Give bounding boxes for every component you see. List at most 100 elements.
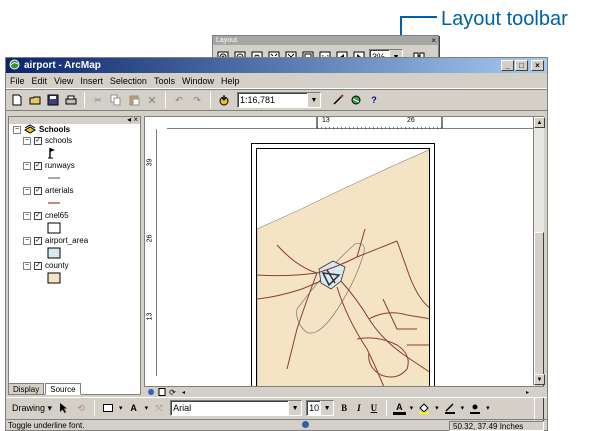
chevron-down-icon[interactable]: ▾ <box>410 404 414 412</box>
menu-view[interactable]: View <box>54 76 73 86</box>
toc-layer-row[interactable]: − ✓ cnel65 <box>9 210 140 221</box>
draw-toolbar: Drawing ▾ ⟲ ▾ A ▾ ⤧ Arial ▼ 10 ▼ B I U A… <box>6 397 547 418</box>
vertical-scrollbar[interactable]: ▲ ▼ <box>533 117 545 422</box>
font-size-combo[interactable]: 10 ▼ <box>306 400 335 416</box>
map-scale-combo[interactable]: 1:16,781 ▼ <box>237 92 321 108</box>
layer-visibility-checkbox[interactable]: ✓ <box>34 236 42 245</box>
line-color-icon[interactable] <box>442 401 457 415</box>
layout-page[interactable] <box>251 143 435 394</box>
ruler-tick-label: 39 <box>146 158 154 167</box>
layout-view-icon[interactable] <box>157 387 166 397</box>
chevron-down-icon[interactable]: ▾ <box>486 404 490 412</box>
scroll-up-icon[interactable]: ▲ <box>534 117 545 128</box>
menu-file[interactable]: File <box>10 76 25 86</box>
chevron-down-icon[interactable]: ▼ <box>320 401 334 415</box>
tab-source[interactable]: Source <box>45 383 81 395</box>
layout-toolbar-title[interactable]: Layout × <box>213 36 438 45</box>
tab-display[interactable]: Display <box>8 383 45 395</box>
drawing-menu[interactable]: Drawing ▾ <box>12 403 52 414</box>
layout-toolbar-close-button[interactable]: × <box>431 36 436 45</box>
print-icon[interactable] <box>64 93 78 107</box>
ruler-tick-label: 26 <box>146 234 154 243</box>
refresh-icon[interactable]: ⟳ <box>168 387 177 397</box>
undo-icon[interactable]: ↶ <box>172 93 186 107</box>
chevron-down-icon[interactable]: ▼ <box>307 93 320 107</box>
toc-layer-row[interactable]: − ✓ arterials <box>9 185 140 196</box>
rotate-icon[interactable]: ⟲ <box>74 401 89 415</box>
layer-visibility-checkbox[interactable]: ✓ <box>34 186 42 195</box>
map-data-frame[interactable] <box>256 148 430 389</box>
chevron-down-icon[interactable]: ▾ <box>435 404 439 412</box>
layer-visibility-checkbox[interactable]: ✓ <box>34 261 42 270</box>
data-view-icon[interactable] <box>146 387 155 397</box>
status-coordinates: 50.32, 37.49 Inches <box>449 421 544 431</box>
layer-visibility-checkbox[interactable]: ✓ <box>34 161 42 170</box>
layer-visibility-checkbox[interactable]: ✓ <box>34 211 42 220</box>
horizontal-scrollbar[interactable]: ⟳ ◂ ▸ <box>144 386 544 397</box>
rectangle-tool-icon[interactable] <box>101 401 116 415</box>
chevron-down-icon[interactable]: ▾ <box>145 404 149 412</box>
toolbar-separator <box>386 400 388 416</box>
underline-button[interactable]: U <box>368 403 381 413</box>
new-text-icon[interactable]: A <box>126 401 141 415</box>
save-icon[interactable] <box>46 93 60 107</box>
edit-vertices-icon[interactable]: ⤧ <box>152 401 167 415</box>
toc-group-row[interactable]: − Schools <box>9 123 140 135</box>
chevron-down-icon[interactable]: ▾ <box>119 404 123 412</box>
minimize-button[interactable]: _ <box>501 60 514 71</box>
menu-window[interactable]: Window <box>182 76 214 86</box>
open-folder-icon[interactable] <box>28 93 42 107</box>
copy-icon[interactable] <box>109 93 123 107</box>
redo-icon[interactable]: ↷ <box>190 93 204 107</box>
toc-group-label: Schools <box>39 125 71 134</box>
toc-layer-row[interactable]: − ✓ runways <box>9 160 140 171</box>
close-button[interactable]: × <box>531 60 544 71</box>
toc-layer-label: cnel65 <box>45 211 69 220</box>
new-document-icon[interactable] <box>10 93 24 107</box>
drawing-menu-label: Drawing <box>12 402 46 413</box>
menu-selection[interactable]: Selection <box>110 76 147 86</box>
collapse-icon[interactable]: − <box>23 211 31 220</box>
add-data-icon[interactable] <box>217 93 231 107</box>
collapse-icon[interactable]: − <box>23 186 31 195</box>
editor-toolbar-icon[interactable] <box>331 93 345 107</box>
fill-color-icon[interactable] <box>417 401 432 415</box>
collapse-icon[interactable]: − <box>13 125 21 134</box>
select-elements-icon[interactable] <box>56 401 71 415</box>
window-titlebar[interactable]: airport - ArcMap _ □ × <box>6 58 547 73</box>
marker-color-icon[interactable] <box>468 401 483 415</box>
toc-layer-row[interactable]: − ✓ schools <box>9 135 140 146</box>
arctoolbox-icon[interactable] <box>349 93 363 107</box>
scroll-left-icon[interactable]: ◂ <box>179 387 188 397</box>
collapse-icon[interactable]: − <box>23 236 31 245</box>
scroll-right-icon[interactable]: ▸ <box>523 387 532 397</box>
menu-insert[interactable]: Insert <box>80 76 103 86</box>
whats-this-icon[interactable]: ? <box>367 93 381 107</box>
bold-button[interactable]: B <box>338 403 350 413</box>
collapse-icon[interactable]: − <box>23 136 31 145</box>
font-name-combo[interactable]: Arial ▼ <box>170 400 303 416</box>
delete-icon[interactable]: ✕ <box>145 93 159 107</box>
layer-visibility-checkbox[interactable]: ✓ <box>34 136 42 145</box>
scroll-down-icon[interactable]: ▼ <box>534 374 545 385</box>
toc-layer-label: airport_area <box>45 236 89 245</box>
table-of-contents: ◂ × − Schools − ✓ schools − ✓ runways − … <box>8 116 141 395</box>
paste-icon[interactable] <box>127 93 141 107</box>
toc-layer-row[interactable]: − ✓ airport_area <box>9 235 140 246</box>
collapse-icon[interactable]: − <box>23 261 31 270</box>
font-color-button[interactable]: A <box>393 402 406 415</box>
school-marker-icon <box>47 146 140 160</box>
maximize-button[interactable]: □ <box>515 60 528 71</box>
menu-tools[interactable]: Tools <box>154 76 175 86</box>
collapse-icon[interactable]: − <box>23 161 31 170</box>
menu-edit[interactable]: Edit <box>32 76 48 86</box>
menu-help[interactable]: Help <box>221 76 240 86</box>
italic-button[interactable]: I <box>354 403 364 413</box>
status-indicator-icon <box>302 421 309 428</box>
toc-layer-row[interactable]: − ✓ county <box>9 260 140 271</box>
chevron-down-icon[interactable]: ▼ <box>288 401 302 415</box>
window-title: airport - ArcMap <box>24 60 101 71</box>
cut-icon[interactable]: ✂ <box>91 93 105 107</box>
chevron-down-icon[interactable]: ▾ <box>461 404 465 412</box>
toc-close-icon[interactable]: ◂ × <box>127 117 138 124</box>
